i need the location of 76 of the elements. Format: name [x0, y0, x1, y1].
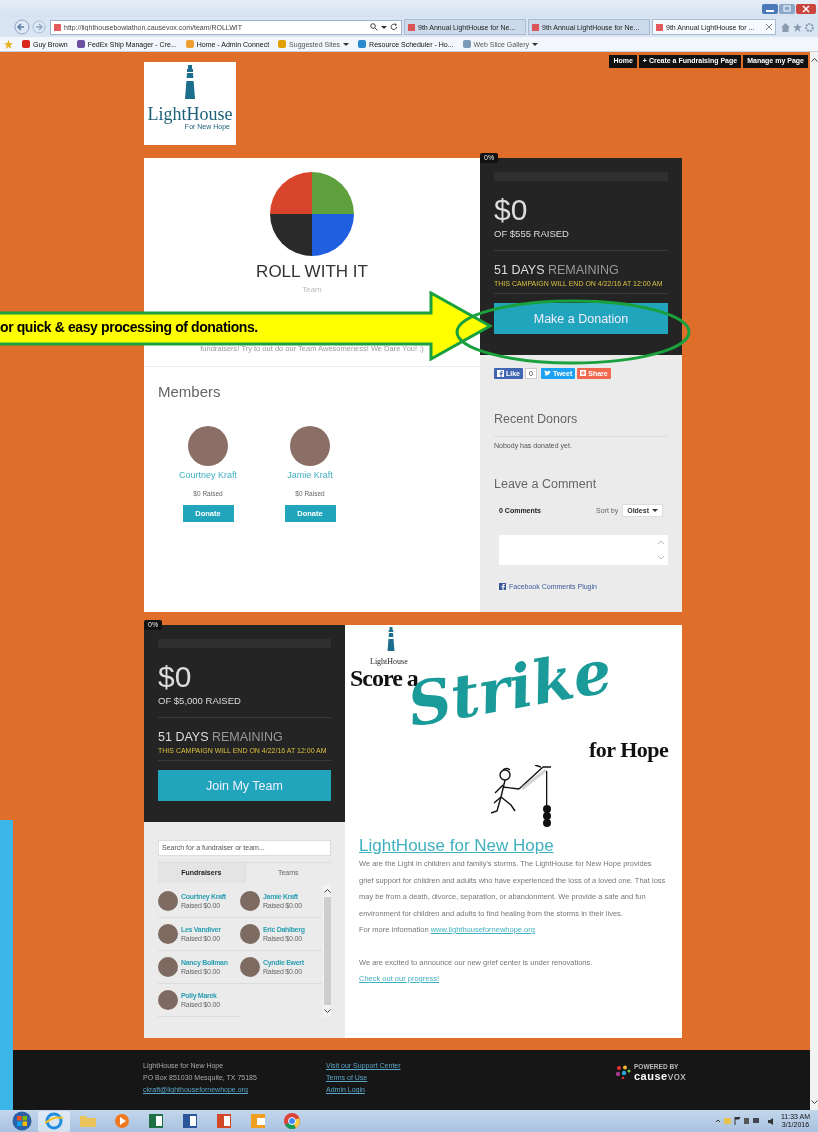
favicon-icon — [408, 23, 415, 31]
refresh-icon[interactable] — [390, 23, 398, 31]
caret-icon — [652, 509, 658, 512]
raised-amount: $0 — [494, 194, 529, 226]
annotation-text: or quick & easy processing of donations. — [0, 318, 258, 336]
team-title: ROLL WITH IT — [256, 263, 368, 281]
forward-icon[interactable] — [32, 20, 46, 34]
spreadsheet-icon[interactable] — [147, 1112, 165, 1130]
presentation-icon[interactable] — [215, 1112, 233, 1130]
search-icon[interactable] — [370, 23, 378, 31]
scroll-down-icon[interactable] — [323, 1008, 331, 1013]
avatar — [158, 989, 178, 1010]
recent-donors-heading: Recent Donors — [494, 411, 579, 427]
start-button[interactable] — [12, 1111, 32, 1131]
dots-logo-icon — [615, 1065, 631, 1079]
scroll-up-icon[interactable] — [323, 888, 331, 893]
play-icon[interactable] — [113, 1112, 131, 1130]
star-icon[interactable] — [4, 39, 13, 49]
favicon-icon — [462, 40, 471, 48]
days-count: 51 DAYS — [158, 730, 209, 744]
avatar — [240, 923, 260, 944]
banner-tagline: for Hope — [589, 737, 669, 763]
team-label: Team — [302, 284, 322, 295]
members-heading: Members — [158, 383, 222, 401]
goal-text: OF $5,000 RAISED — [158, 695, 242, 707]
back-icon[interactable] — [14, 19, 30, 35]
comment-field[interactable] — [499, 535, 668, 565]
comment-heading: Leave a Comment — [494, 476, 598, 492]
document-icon[interactable] — [181, 1112, 199, 1130]
globe-icon[interactable] — [45, 1112, 63, 1130]
days-count: 51 DAYS — [494, 263, 545, 277]
home-icon[interactable] — [781, 22, 790, 32]
speaker-icon[interactable] — [767, 1117, 775, 1125]
star-icon[interactable] — [793, 22, 802, 32]
facebook-icon — [499, 583, 506, 590]
caret-icon[interactable] — [381, 25, 387, 29]
facebook-icon — [497, 369, 504, 377]
minimize-icon — [762, 3, 778, 14]
avatar — [290, 426, 330, 466]
settings-icon[interactable] — [805, 22, 814, 32]
goal-text: OF $555 RAISED — [494, 228, 570, 240]
logo-text: LightHouse — [147, 105, 233, 123]
favicon-icon — [278, 40, 287, 48]
avatar — [188, 426, 228, 466]
remaining-label: REMAINING — [212, 730, 283, 744]
bird-icon — [543, 370, 551, 376]
circle-logo-icon[interactable] — [283, 1112, 301, 1130]
mail-icon[interactable] — [249, 1112, 267, 1130]
scroll-thumb[interactable] — [323, 896, 331, 1005]
avatar — [158, 890, 178, 911]
avatar — [158, 956, 178, 977]
plus-icon — [580, 370, 587, 376]
tray-icons-drawing — [715, 1117, 762, 1125]
raised-amount: $0 — [158, 661, 193, 693]
favicon-icon — [22, 40, 30, 48]
scroll-up-icon[interactable] — [810, 58, 818, 62]
brand-text: causevox — [634, 1069, 687, 1082]
favicon-icon — [185, 40, 194, 48]
favicon-icon — [656, 23, 663, 31]
avatar — [240, 890, 260, 911]
remaining-label: REMAINING — [548, 263, 619, 277]
favicon-icon — [76, 40, 85, 48]
scroll-down-icon[interactable] — [810, 1100, 818, 1104]
banner-org-text: LightHouse — [370, 657, 408, 666]
close-icon — [796, 3, 816, 14]
avatar — [240, 956, 260, 977]
scrollbar[interactable] — [323, 884, 331, 1017]
favicon-icon — [358, 40, 367, 48]
close-icon[interactable] — [766, 24, 772, 30]
lighthouse-icon — [183, 65, 197, 99]
maximize-icon — [779, 3, 795, 14]
page-scrollbar[interactable] — [810, 52, 818, 1110]
favicon-icon — [54, 23, 61, 31]
favicon-icon — [532, 23, 539, 31]
scroll-arrows-icon — [658, 540, 664, 560]
avatar — [158, 923, 178, 944]
